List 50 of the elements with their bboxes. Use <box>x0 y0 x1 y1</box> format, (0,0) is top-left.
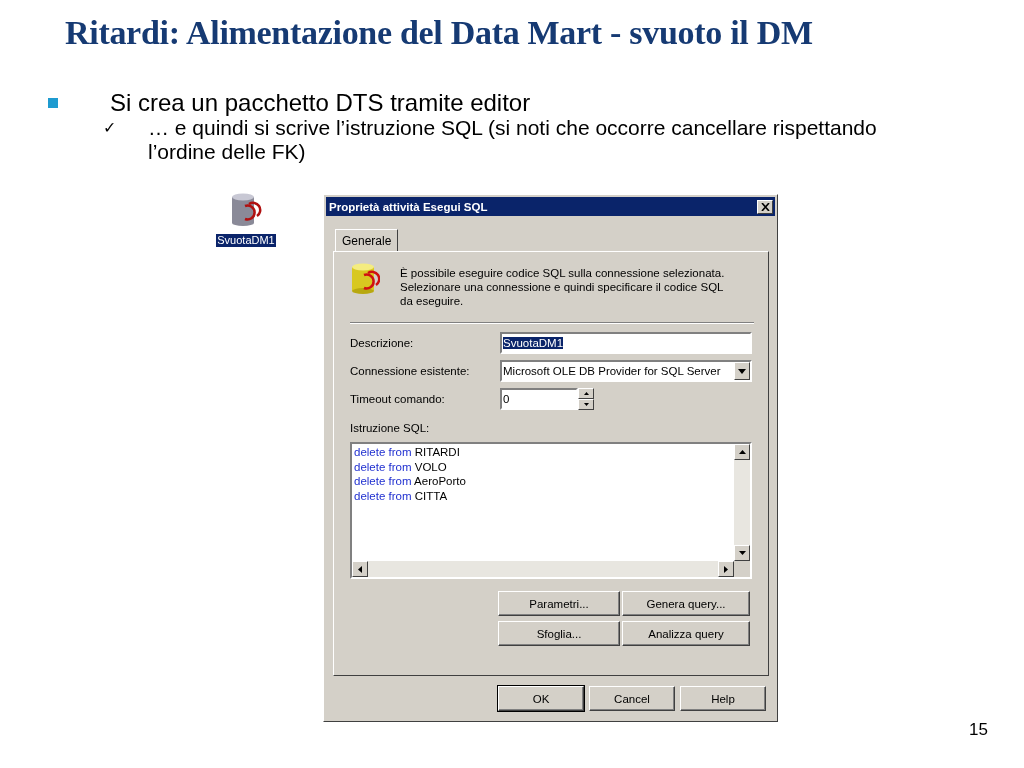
page-number: 15 <box>969 720 988 740</box>
down-arrow-icon <box>738 551 746 555</box>
bullet-square-icon <box>48 98 58 108</box>
down-arrow-icon <box>583 403 589 406</box>
scroll-up-button[interactable] <box>734 444 750 460</box>
field-label: Descrizione: <box>350 337 415 349</box>
horizontal-scrollbar[interactable] <box>352 561 734 577</box>
up-arrow-icon <box>583 392 589 395</box>
input-field[interactable]: SvuotaDM1 <box>500 332 752 354</box>
close-button[interactable] <box>757 199 773 214</box>
database-icon[interactable] <box>229 192 263 228</box>
info-text: È possibile eseguire codice SQL sulla connessione selezionata. Selezionare una connessione e quindi specificare il codice SQL da eseguire. <box>400 266 726 308</box>
action-button[interactable]: Parametri... <box>498 591 620 616</box>
sql-line: delete from RITARDI <box>354 445 460 460</box>
left-arrow-icon <box>358 565 362 573</box>
sql-line: delete from AeroPorto <box>354 474 466 489</box>
sql-editor[interactable]: delete from RITARDI delete from VOLO delete from AeroPorto delete from CITTA <box>350 442 752 579</box>
spin-down-button[interactable] <box>578 399 594 410</box>
action-button[interactable]: Genera query... <box>622 591 750 616</box>
field-value: SvuotaDM1 <box>503 337 564 349</box>
tab[interactable]: Generale <box>335 229 399 251</box>
sql-line: delete from VOLO <box>354 459 447 474</box>
field-label: Connessione esistente: <box>350 365 471 377</box>
dropdown-field[interactable]: Microsoft OLE DB Provider for SQL Server <box>500 360 752 382</box>
action-button[interactable]: Sfoglia... <box>498 621 620 646</box>
scroll-left-button[interactable] <box>352 561 368 577</box>
field-label: Timeout comando: <box>350 393 446 405</box>
bullet-text: Si crea un pacchetto DTS tramite editor <box>110 90 531 116</box>
database-icon <box>350 262 380 296</box>
slide-title: Ritardi: Alimentazione del Data Mart - svuoto il DM <box>65 14 813 52</box>
scroll-down-button[interactable] <box>734 545 750 561</box>
spinner-field[interactable]: 0 <box>500 388 578 410</box>
scroll-right-button[interactable] <box>718 561 734 577</box>
window-title: Proprietà attività Esegui SQL <box>329 200 488 213</box>
close-icon <box>760 202 770 211</box>
scrollbar-corner <box>734 561 750 577</box>
spin-up-button[interactable] <box>578 388 594 399</box>
sub-bullet-text: … e quindi si scrive l’istruzione SQL (si noti che occorre cancellare rispettando l’ordine delle FK) <box>148 116 878 164</box>
field-label: Istruzione SQL: <box>350 422 430 434</box>
dialog-button[interactable]: Cancel <box>589 686 675 711</box>
action-button[interactable]: Analizza query <box>622 621 750 646</box>
right-arrow-icon <box>724 565 728 573</box>
check-mark: ✓ <box>103 118 117 138</box>
dialog-button[interactable]: OK <box>498 686 584 711</box>
vertical-scrollbar[interactable] <box>734 444 750 561</box>
desktop-icon-label[interactable]: SvuotaDM1 <box>216 234 276 247</box>
sql-line: delete from CITTA <box>354 488 448 503</box>
dropdown-arrow-icon <box>738 368 746 374</box>
up-arrow-icon <box>738 450 746 454</box>
dialog-button[interactable]: Help <box>680 686 766 711</box>
